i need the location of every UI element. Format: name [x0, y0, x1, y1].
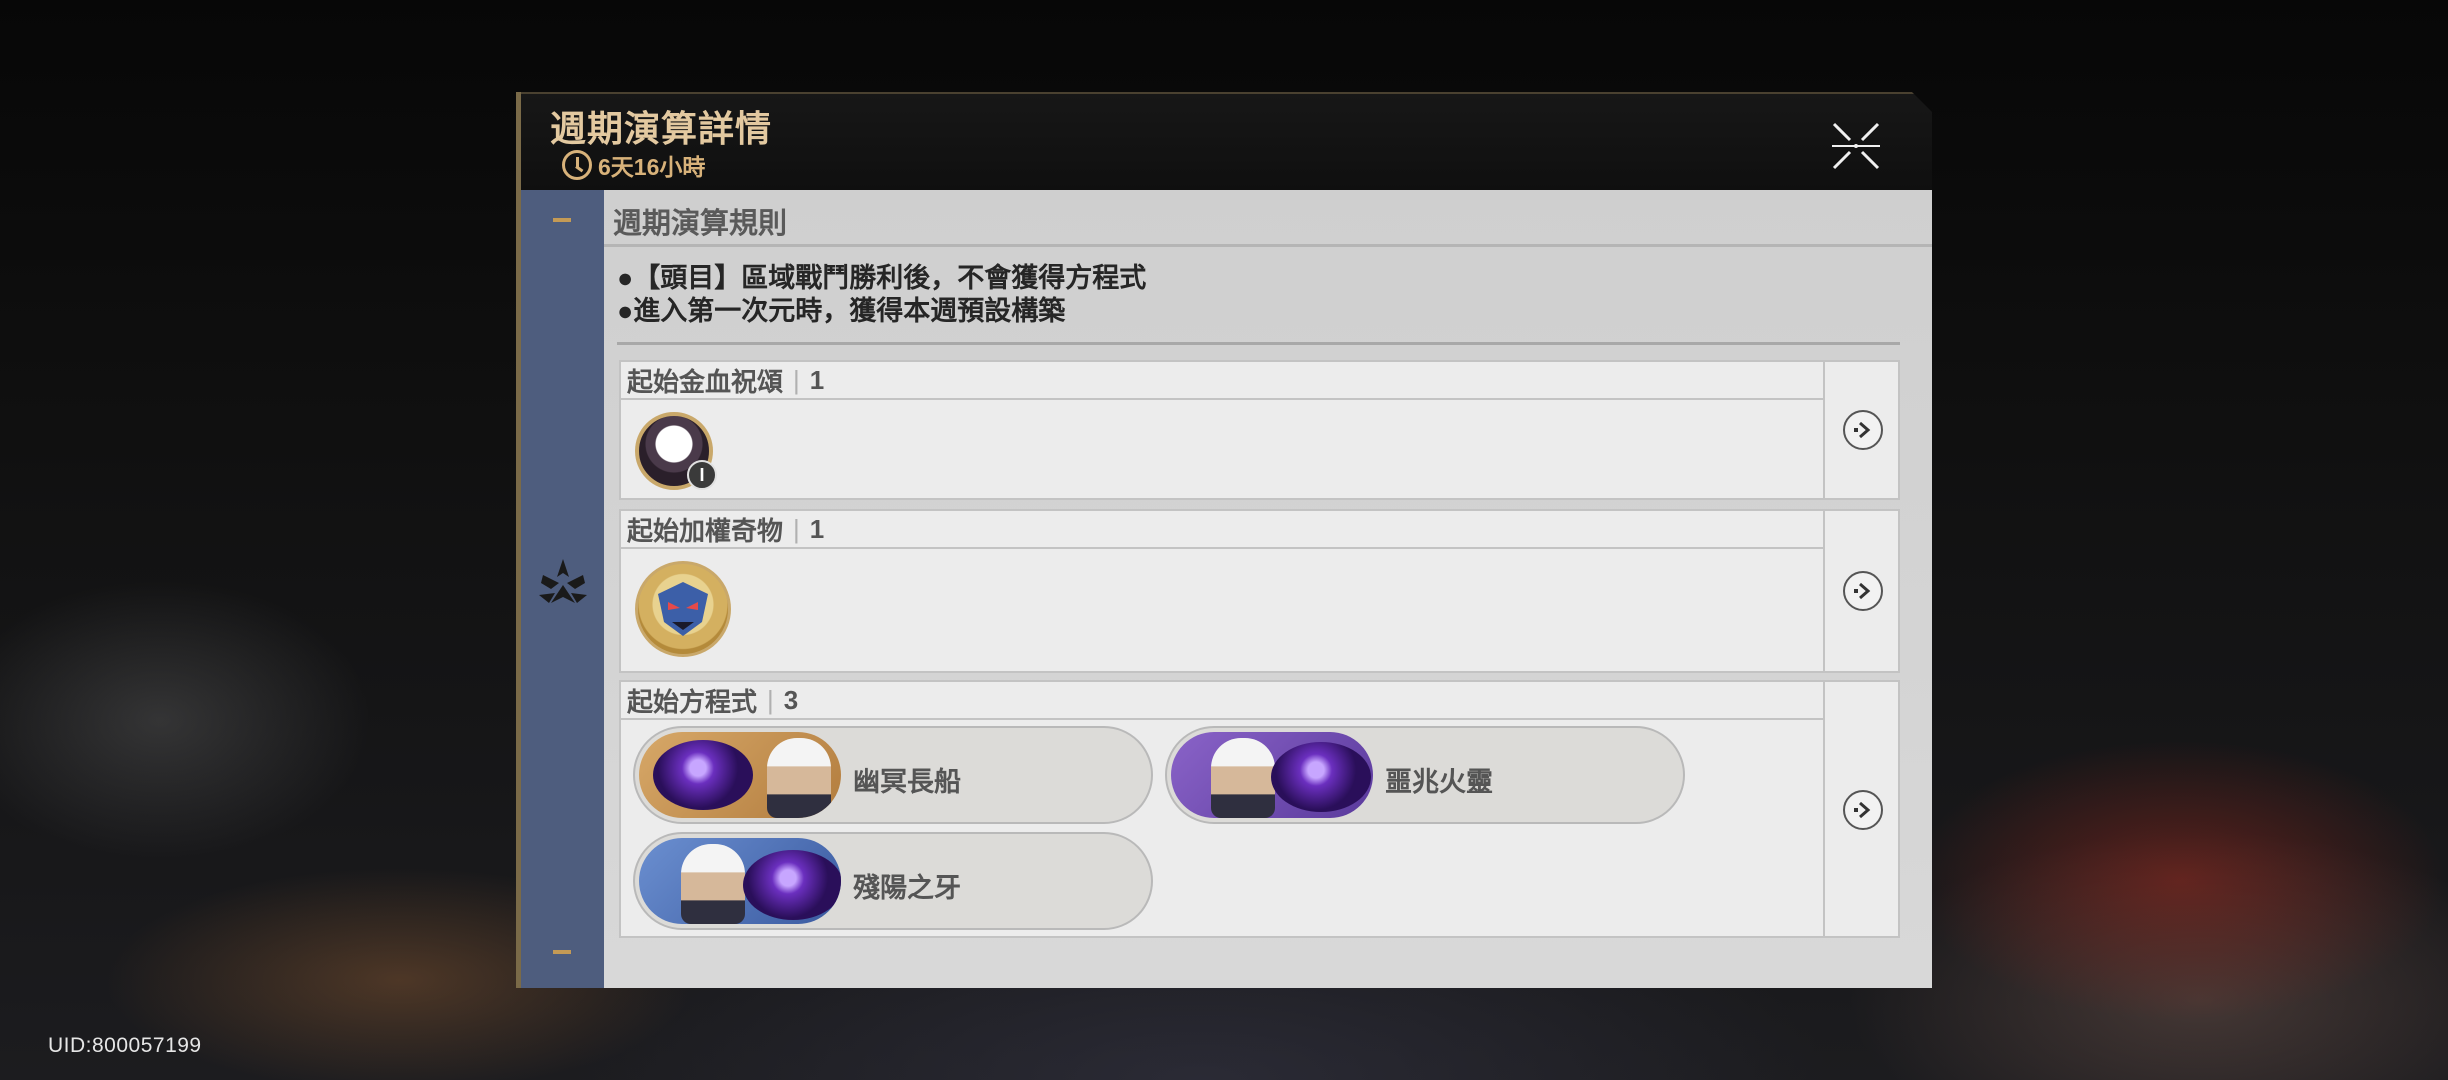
- orb-icon: [1271, 742, 1371, 812]
- divider: [617, 342, 1900, 345]
- equation-art: [639, 838, 841, 924]
- block-side: [1823, 682, 1900, 936]
- artifact-label: 起始加權奇物: [627, 515, 784, 546]
- blessing-label: 起始金血祝頌: [627, 366, 784, 397]
- mask-icon: [658, 582, 708, 636]
- separator: |: [793, 364, 800, 395]
- modal-header: 週期演算詳情 6天16小時: [516, 92, 1932, 190]
- side-strip: [521, 190, 604, 988]
- separator: |: [767, 684, 774, 715]
- blessing-detail-button[interactable]: [1843, 410, 1883, 450]
- character-portrait: [1211, 738, 1275, 818]
- blessing-count: 1: [809, 364, 825, 395]
- equation-name: 幽冥長船: [853, 767, 961, 797]
- equation-header: 起始方程式 | 3: [621, 682, 1823, 720]
- separator: |: [793, 513, 800, 544]
- blessing-portrait-icon[interactable]: I: [635, 412, 717, 490]
- artifact-mask-icon[interactable]: [635, 561, 731, 657]
- equation-name: 噩兆火靈: [1385, 767, 1493, 797]
- character-portrait: [767, 738, 831, 818]
- equation-chip[interactable]: 殘陽之牙: [633, 832, 1153, 930]
- blessing-header: 起始金血祝頌 | 1: [621, 362, 1823, 400]
- arrow-right-icon: [1854, 582, 1871, 600]
- timer-text: 6天16小時: [598, 154, 706, 180]
- character-portrait: [681, 844, 745, 924]
- rules-title: 週期演算規則: [613, 208, 788, 240]
- equation-block: 起始方程式 | 3 幽冥長船 噩兆火靈 殘陽之牙: [619, 680, 1900, 938]
- block-side: [1823, 362, 1900, 498]
- equation-name: 殘陽之牙: [853, 873, 961, 903]
- arrow-right-icon: [1854, 801, 1871, 819]
- strip-mark-bottom: [553, 950, 571, 954]
- equation-chip[interactable]: 噩兆火靈: [1165, 726, 1685, 824]
- emblem-icon: [539, 559, 587, 603]
- close-button[interactable]: [1830, 120, 1882, 172]
- divider: [604, 244, 1932, 247]
- rule-item: ●進入第一次元時，獲得本週預設構築: [617, 296, 1066, 326]
- artifact-block: 起始加權奇物 | 1: [619, 509, 1900, 673]
- orb-icon: [743, 850, 841, 920]
- equation-chip[interactable]: 幽冥長船: [633, 726, 1153, 824]
- block-side: [1823, 511, 1900, 671]
- uid-label: UID:800057199: [48, 1034, 202, 1057]
- equation-art: [1171, 732, 1373, 818]
- weekly-calculation-modal: 週期演算詳情 6天16小時 週期演算規則 ●【頭目】區域戰鬥勝利後，不會獲得方程…: [516, 92, 1932, 988]
- level-badge: I: [687, 460, 717, 490]
- artifact-detail-button[interactable]: [1843, 571, 1883, 611]
- artifact-count: 1: [809, 513, 825, 544]
- modal-body: 週期演算規則 ●【頭目】區域戰鬥勝利後，不會獲得方程式 ●進入第一次元時，獲得本…: [521, 190, 1932, 988]
- rule-item: ●【頭目】區域戰鬥勝利後，不會獲得方程式: [617, 263, 1147, 293]
- equation-count: 3: [783, 684, 799, 715]
- clock-icon: [562, 150, 592, 180]
- close-icon: [1832, 122, 1880, 170]
- equation-detail-button[interactable]: [1843, 790, 1883, 830]
- equation-art: [639, 732, 841, 818]
- equation-label: 起始方程式: [627, 686, 758, 717]
- modal-title: 週期演算詳情: [550, 108, 773, 149]
- blessing-block: 起始金血祝頌 | 1 I: [619, 360, 1900, 500]
- modal-accent-line: [516, 92, 521, 988]
- timer: 6天16小時: [562, 149, 705, 181]
- artifact-header: 起始加權奇物 | 1: [621, 511, 1823, 549]
- rules-list: ●【頭目】區域戰鬥勝利後，不會獲得方程式 ●進入第一次元時，獲得本週預設構築: [617, 262, 1146, 328]
- arrow-right-icon: [1854, 421, 1871, 439]
- orb-icon: [653, 740, 753, 810]
- strip-mark-top: [553, 218, 571, 222]
